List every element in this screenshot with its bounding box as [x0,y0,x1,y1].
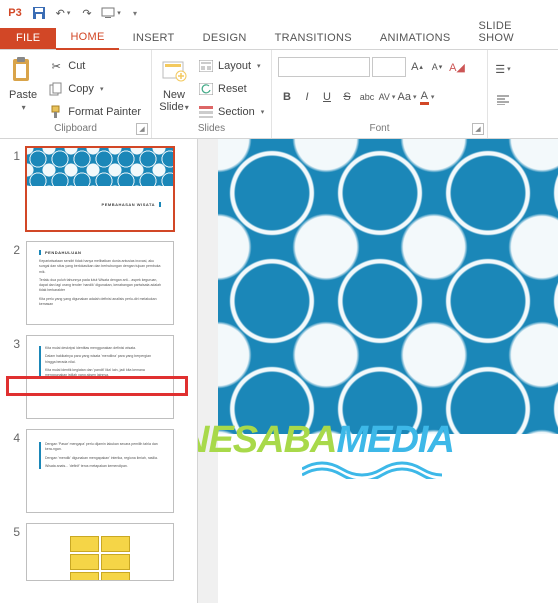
slide-item-4[interactable]: 4 Dengan 'Pasar' mengapa' perlu dijamin … [6,429,197,513]
save-icon[interactable] [28,2,50,24]
shadow-button[interactable]: abc [358,87,376,107]
change-case-button[interactable]: Aa▾ [398,87,416,107]
clipboard-dialog-launcher-icon[interactable]: ◢ [136,123,148,135]
font-dialog-launcher-icon[interactable]: ◢ [472,123,484,135]
font-size-select[interactable] [372,57,406,77]
slide-num: 1 [6,147,20,231]
strike-button[interactable]: S [338,87,356,107]
section-button[interactable]: Section▾ [194,102,268,122]
slide-item-2[interactable]: 2 PENDAHULUAN Kepariwisataan sendiri tid… [6,241,197,325]
paste-button[interactable]: Paste▾ [6,53,40,123]
slide-num: 5 [6,523,20,581]
slide-thumbnails-panel[interactable]: 1 PEMBAHASAN WISATA 2 PENDAHULUAN Kepari… [0,139,198,603]
watermark: NESABAMEDIA [198,419,454,462]
new-slide-button[interactable]: New Slide▾ [158,53,190,123]
clear-format-icon[interactable]: A◢ [448,57,466,77]
slide-num: 4 [6,429,20,513]
group-paragraph: ☰▾ [488,50,538,138]
qat-customize-icon[interactable]: ▾ [124,2,146,24]
tab-animations[interactable]: ANIMATIONS [366,28,465,49]
slide-body: Kita mulai deskripsi identitas menggunak… [39,346,161,378]
shrink-font-icon[interactable]: A▾ [428,57,446,77]
slide-body: Dengan 'Pasar' mengapa' perlu dijamin la… [39,442,161,469]
slide-thumb[interactable] [26,523,174,581]
cut-button[interactable]: ✂Cut [44,56,145,76]
slide-num: 2 [6,241,20,325]
ribbon: Paste▾ ✂Cut Copy▾ Format Painter Clipboa… [0,50,558,139]
bold-button[interactable]: B [278,87,296,107]
tab-file[interactable]: FILE [0,28,56,49]
group-label-clipboard: Clipboard [6,123,145,136]
tab-home[interactable]: HOME [56,27,118,50]
font-color-button[interactable]: A▾ [418,87,436,107]
layout-button[interactable]: Layout▾ [194,56,268,76]
slide-item-1[interactable]: 1 PEMBAHASAN WISATA [6,147,197,231]
group-clipboard: Paste▾ ✂Cut Copy▾ Format Painter Clipboa… [0,50,152,138]
reset-button[interactable]: Reset [194,79,268,99]
bullets-icon[interactable]: ☰▾ [494,59,512,79]
group-label-slides: Slides [158,123,265,136]
tab-slideshow[interactable]: SLIDE SHOW [464,16,558,49]
char-spacing-button[interactable]: AV▾ [378,87,396,107]
tab-transitions[interactable]: TRANSITIONS [261,28,366,49]
slide-thumb[interactable]: PENDAHULUAN Kepariwisataan sendiri tidak… [26,241,174,325]
slide-thumb[interactable]: PEMBAHASAN WISATA [26,147,174,231]
active-slide[interactable] [218,139,558,603]
group-font: A▴ A▾ A◢ B I U S abc AV▾ Aa▾ A▾ Font ◢ [272,50,488,138]
slide-thumb[interactable]: Dengan 'Pasar' mengapa' perlu dijamin la… [26,429,174,513]
annotation-highlight [6,376,188,396]
undo-icon[interactable]: ↶▾ [52,2,74,24]
redo-icon[interactable]: ↷ [76,2,98,24]
tab-insert[interactable]: INSERT [119,28,189,49]
slide-title: PENDAHULUAN [39,250,161,255]
align-left-icon[interactable] [494,90,512,110]
slide-item-5[interactable]: 5 [6,523,197,581]
copy-button[interactable]: Copy▾ [44,79,145,99]
slide-canvas-area[interactable]: NESABAMEDIA [198,139,558,603]
group-label-font: Font [278,123,481,136]
format-painter-button[interactable]: Format Painter [44,102,145,122]
slide-body: Kepariwisataan sendiri tidak hanya melib… [39,259,161,307]
underline-button[interactable]: U [318,87,336,107]
group-slides: New Slide▾ Layout▾ Reset Section▾ Slides [152,50,272,138]
grow-font-icon[interactable]: A▴ [408,57,426,77]
tab-design[interactable]: DESIGN [189,28,261,49]
app-icon: P3 [4,2,26,24]
ribbon-tabs: FILE HOME INSERT DESIGN TRANSITIONS ANIM… [0,26,558,50]
start-from-beginning-icon[interactable]: ▾ [100,2,122,24]
font-name-select[interactable] [278,57,370,77]
italic-button[interactable]: I [298,87,316,107]
slide-title: PEMBAHASAN WISATA [39,202,161,207]
